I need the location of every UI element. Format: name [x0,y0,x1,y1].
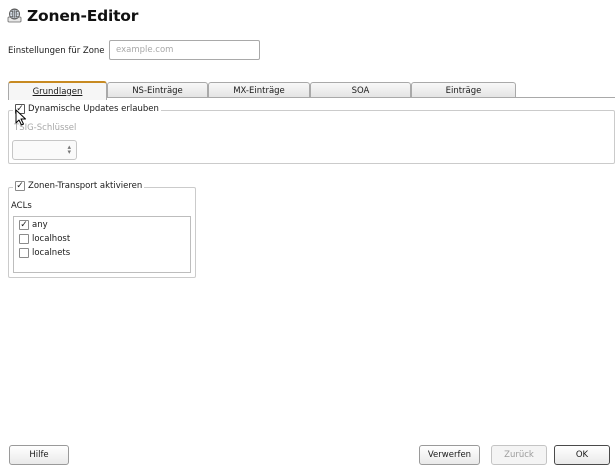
acl-item-localnets[interactable]: localnets [19,248,70,258]
mouse-pointer-icon [15,109,26,126]
discard-button[interactable]: Verwerfen [419,445,480,465]
acl-list-label: ACLs [11,201,32,211]
tab-label: MX-Einträge [233,85,285,96]
tab-label: NS-Einträge [132,85,183,96]
acl-item-label: any [32,220,48,230]
acl-item-localhost[interactable]: localhost [19,234,70,244]
acl-checkbox[interactable] [19,248,29,258]
tsig-key-combobox[interactable]: ▴ ▾ [12,140,77,160]
tab-soa[interactable]: SOA [310,82,411,98]
page-title: Zonen-Editor [27,7,139,25]
tab-eintraege[interactable]: Einträge [411,82,516,98]
zone-transport-toggle[interactable]: ✓ Zonen-Transport aktivieren [13,181,145,191]
tab-label: Grundlagen [32,86,83,97]
zone-field-label: Einstellungen für Zone [8,46,105,56]
acl-item-label: localhost [32,234,71,244]
dynamic-updates-toggle[interactable]: ✓ Dynamische Updates erlauben [13,104,161,114]
help-button[interactable]: Hilfe [9,445,69,465]
tab-label: Einträge [445,85,482,96]
dns-globe-icon [7,8,22,23]
dynamic-updates-group: ✓ Dynamische Updates erlauben [8,104,615,164]
acl-item-any[interactable]: ✓ any [19,220,48,230]
tab-ns-eintraege[interactable]: NS-Einträge [107,82,208,98]
ok-button[interactable]: OK [554,445,610,465]
dynamic-updates-label: Dynamische Updates erlauben [28,104,159,114]
tab-grundlagen[interactable]: Grundlagen [8,81,107,100]
zone-name-input[interactable] [109,40,260,60]
tab-mx-eintraege[interactable]: MX-Einträge [208,82,310,98]
zone-transport-label: Zonen-Transport aktivieren [28,181,143,191]
zone-transport-checkbox[interactable]: ✓ [15,181,25,191]
tab-bar: Grundlagen NS-Einträge MX-Einträge SOA E… [8,81,516,100]
tab-label: SOA [351,85,370,96]
acl-item-label: localnets [32,248,71,258]
back-button[interactable]: Zurück [491,445,547,465]
acl-checkbox[interactable]: ✓ [19,220,29,230]
spin-arrows-icon: ▴ ▾ [67,143,71,156]
acl-list: ✓ any localhost localnets [13,216,191,273]
acl-checkbox[interactable] [19,234,29,244]
